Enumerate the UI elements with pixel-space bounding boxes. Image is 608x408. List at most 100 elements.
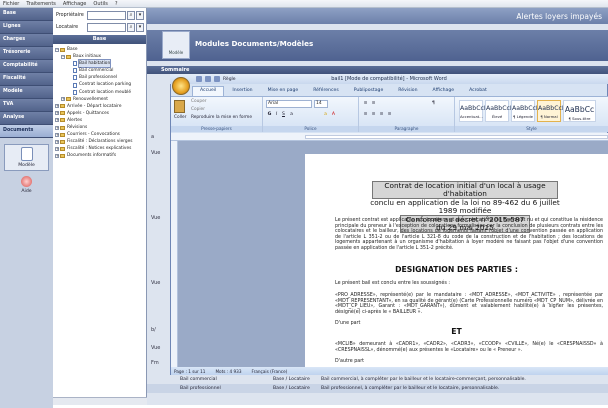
module-aide[interactable]: Aide — [4, 176, 49, 194]
proprietaire-input[interactable] — [87, 10, 126, 20]
tree-node[interactable]: + Fiscalité : Déclarations vierges — [55, 138, 146, 145]
search-icon[interactable]: ⌕ — [127, 22, 135, 32]
save-icon[interactable] — [196, 76, 202, 82]
copy-button[interactable]: Copier — [191, 107, 205, 112]
menu-outils[interactable]: Outils — [93, 1, 107, 7]
expand-icon[interactable]: + — [55, 132, 59, 137]
italic-icon[interactable]: I — [274, 112, 279, 117]
nav-modele[interactable]: Modèle — [0, 86, 53, 99]
word-count: Mots : 4 933 — [215, 368, 242, 374]
format-painter-button[interactable]: Reproduire la mise en forme — [191, 115, 252, 120]
nav-tva[interactable]: TVA — [0, 99, 53, 112]
nav-fiscalite[interactable]: Fiscalité — [0, 73, 53, 86]
style-legende[interactable]: AaBbCcI ¶ Légende — [511, 100, 538, 122]
nav-tresorerie[interactable]: Trésorerie — [0, 47, 53, 60]
proprietaire-filter: Propriétaire ⌕ ▾ — [54, 10, 145, 20]
strikethrough-icon[interactable]: a — [289, 112, 294, 117]
tree-scrollbar[interactable] — [53, 397, 147, 405]
collapse-icon[interactable]: − — [55, 47, 59, 52]
menu-traitements[interactable]: Traitements — [26, 1, 56, 7]
style-normal[interactable]: AaBbCcI ¶ Normal — [537, 100, 564, 122]
word-status-bar: Page : 1 sur 11 Mots : 4 933 Français (F… — [171, 367, 608, 375]
font-name-select[interactable]: Arial — [266, 100, 312, 108]
module-modele[interactable]: Modèle — [4, 144, 49, 171]
tree-node[interactable]: Contrat location parking — [55, 81, 146, 88]
expand-icon[interactable]: + — [55, 118, 59, 123]
paste-button[interactable]: Coller — [174, 115, 186, 120]
font-size-select[interactable]: 14 — [314, 100, 328, 108]
vertical-ruler[interactable] — [171, 141, 178, 367]
nav-lignes[interactable]: Lignes — [0, 21, 53, 34]
tab-revision[interactable]: Révision — [391, 87, 424, 96]
tab-publipostage[interactable]: Publipostage — [347, 87, 391, 96]
tree-node[interactable]: Bail professionnel — [55, 74, 146, 81]
expand-icon[interactable]: + — [55, 111, 59, 116]
et-heading: ET — [451, 327, 462, 336]
tree-node[interactable]: − Baux initiaux — [55, 53, 146, 60]
style-sous-titre[interactable]: AaBbCc ¶ Sous-titre — [563, 100, 596, 122]
tree-node[interactable]: Bail commercial — [55, 67, 146, 74]
tab-insertion[interactable]: Insertion — [225, 87, 259, 96]
tab-affichage[interactable]: Affichage — [425, 87, 461, 96]
tree-node[interactable]: + Alertes — [55, 117, 146, 124]
locataire-input[interactable] — [87, 22, 126, 32]
dropdown-icon[interactable]: ▾ — [136, 10, 144, 20]
tree-node[interactable]: − Base — [55, 46, 146, 53]
menu-affichage[interactable]: Affichage — [63, 1, 87, 7]
tree-node[interactable]: + Documents informatifs — [55, 152, 146, 159]
highlight-icon[interactable]: a — [323, 112, 328, 117]
align-center-icon[interactable]: ≡ — [371, 112, 376, 117]
tree-node[interactable]: + Renouvellement — [55, 96, 146, 103]
search-icon[interactable]: ⌕ — [127, 10, 135, 20]
expand-icon[interactable]: + — [55, 153, 59, 158]
expand-icon[interactable]: + — [55, 104, 59, 109]
tree-node[interactable]: + Appels - Quittances — [55, 110, 146, 117]
style-accentuation[interactable]: AaBbCcI Accentuat... — [459, 100, 486, 122]
tree-node[interactable]: + Fiscalité : Notices explicatives — [55, 145, 146, 152]
menu-fichier[interactable]: Fichier — [3, 1, 19, 7]
bold-icon[interactable]: G — [267, 112, 272, 117]
font-color-icon[interactable]: A — [331, 112, 336, 117]
nav-comptabilite[interactable]: Comptabilité — [0, 60, 53, 73]
nav-documents[interactable]: Documents — [0, 125, 53, 138]
redo-icon[interactable] — [214, 76, 220, 82]
bullets-icon[interactable]: ≡ — [363, 101, 368, 106]
tree-node[interactable]: + Révisions — [55, 124, 146, 131]
dropdown-icon[interactable]: ▾ — [136, 22, 144, 32]
tree-node[interactable]: Contrat location meublé — [55, 89, 146, 96]
module-button[interactable]: Modèle — [162, 31, 190, 59]
show-marks-icon[interactable]: ¶ — [431, 101, 436, 106]
tree-node[interactable]: + Arrivée - Départ locataire — [55, 103, 146, 110]
table-row[interactable]: Bail professionnel Base / Locataire Bail… — [147, 384, 608, 393]
nav-base[interactable]: Base — [0, 8, 53, 21]
paste-icon[interactable] — [174, 100, 185, 113]
nav-charges[interactable]: Charges — [0, 34, 53, 47]
expand-icon[interactable]: + — [55, 146, 59, 151]
horizontal-ruler[interactable] — [171, 133, 608, 141]
style-eleve[interactable]: AaBbCcI Élevé — [485, 100, 512, 122]
nav-analyse[interactable]: Analyse — [0, 112, 53, 125]
tab-acrobat[interactable]: Acrobat — [462, 87, 494, 96]
expand-icon[interactable]: + — [61, 97, 65, 102]
tree-node[interactable]: + Courriers - Convocations — [55, 131, 146, 138]
folder-icon — [60, 146, 65, 151]
tab-mise-en-page[interactable]: Mise en page — [261, 87, 306, 96]
numbering-icon[interactable]: ≡ — [371, 101, 376, 106]
underline-icon[interactable]: S — [281, 112, 286, 117]
expand-icon[interactable]: + — [55, 139, 59, 144]
collapse-icon[interactable]: − — [61, 54, 65, 59]
tab-accueil[interactable]: Accueil — [192, 86, 225, 96]
tab-references[interactable]: Références — [306, 87, 346, 96]
align-left-icon[interactable]: ≡ — [363, 112, 368, 117]
ruler-toggle[interactable]: Règle — [223, 77, 236, 82]
tree-node[interactable]: Bail habitation — [55, 59, 146, 69]
document-page[interactable]: Contrat de location initial d'un local à… — [305, 154, 608, 367]
menu-help[interactable]: ? — [115, 1, 118, 7]
expand-icon[interactable]: + — [55, 125, 59, 130]
undo-icon[interactable] — [205, 76, 211, 82]
justify-icon[interactable]: ≡ — [387, 112, 392, 117]
office-button[interactable] — [172, 77, 190, 95]
cut-button[interactable]: Couper — [191, 99, 207, 104]
align-right-icon[interactable]: ≡ — [379, 112, 384, 117]
table-row[interactable]: Bail commercial Base / Locataire Bail co… — [147, 375, 608, 384]
